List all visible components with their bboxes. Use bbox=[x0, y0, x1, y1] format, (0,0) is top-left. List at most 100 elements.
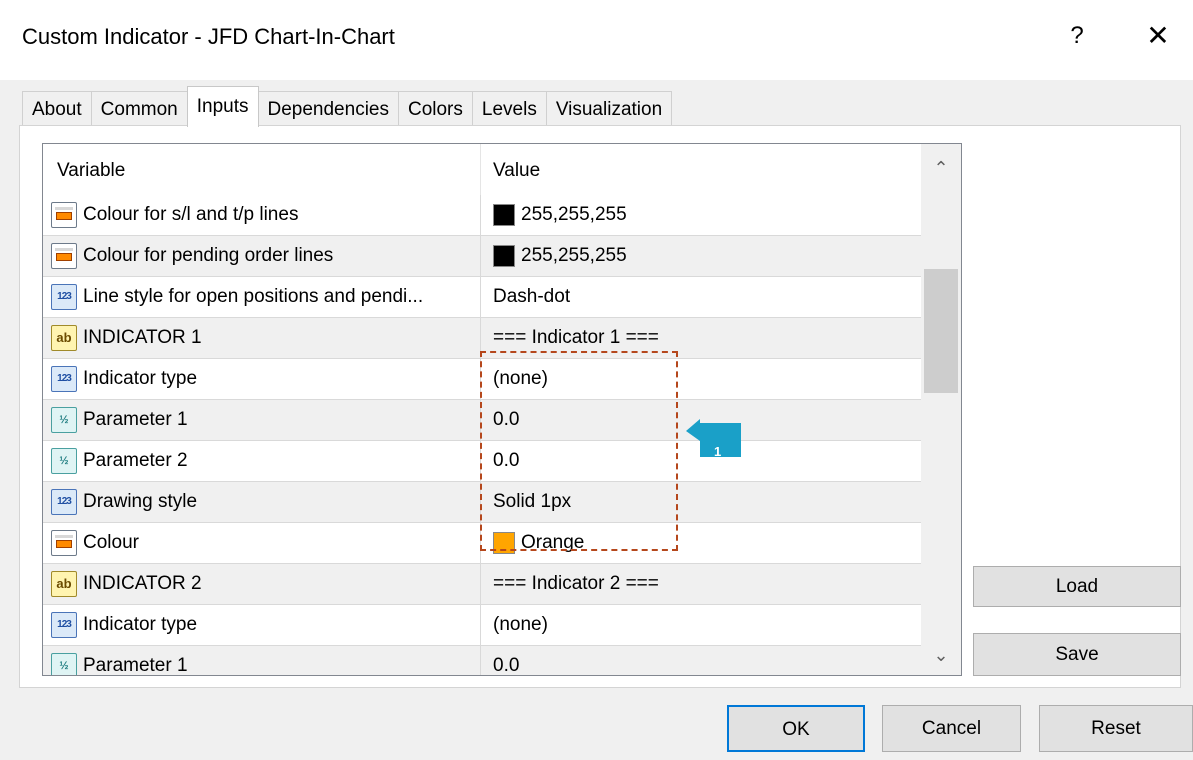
value-cell[interactable]: Solid 1px bbox=[481, 482, 921, 522]
variable-name: Parameter 1 bbox=[83, 409, 188, 430]
string-icon: ab bbox=[51, 325, 77, 351]
tab-levels[interactable]: Levels bbox=[471, 91, 547, 127]
grid-row[interactable]: 123 Indicator type (none) bbox=[43, 359, 921, 400]
load-button[interactable]: Load bbox=[973, 566, 1181, 607]
value-cell[interactable]: === Indicator 1 === bbox=[481, 318, 921, 358]
color-icon bbox=[51, 243, 77, 269]
value-cell[interactable]: === Indicator 2 === bbox=[481, 564, 921, 604]
title-bar: Custom Indicator - JFD Chart-In-Chart ? … bbox=[0, 0, 1193, 80]
window-title: Custom Indicator - JFD Chart-In-Chart bbox=[22, 24, 395, 49]
variable-cell[interactable]: 123 Indicator type bbox=[43, 605, 481, 645]
tab-dependencies[interactable]: Dependencies bbox=[257, 91, 399, 127]
color-swatch bbox=[493, 245, 515, 267]
variable-name: Line style for open positions and pendi.… bbox=[83, 286, 424, 307]
variable-name: Parameter 1 bbox=[83, 655, 188, 676]
grid-header: Variable Value bbox=[43, 144, 921, 195]
value-text: === Indicator 1 === bbox=[493, 327, 659, 348]
grid-row[interactable]: ab INDICATOR 2 === Indicator 2 === bbox=[43, 564, 921, 605]
variable-name: Colour bbox=[83, 532, 139, 553]
value-cell[interactable]: 255,255,255 bbox=[481, 236, 921, 276]
grid-row[interactable]: 123 Drawing style Solid 1px bbox=[43, 482, 921, 523]
grid-row[interactable]: ab INDICATOR 1 === Indicator 1 === bbox=[43, 318, 921, 359]
variable-name: Indicator type bbox=[83, 614, 198, 635]
variable-name: Parameter 2 bbox=[83, 450, 188, 471]
variable-cell[interactable]: Colour for s/l and t/p lines bbox=[43, 195, 481, 235]
tab-visualization[interactable]: Visualization bbox=[545, 91, 673, 127]
integer-icon: 123 bbox=[51, 489, 77, 515]
value-cell[interactable]: 255,255,255 bbox=[481, 195, 921, 235]
vertical-scrollbar[interactable]: ⌃ ⌄ bbox=[921, 144, 961, 675]
value-text: 255,255,255 bbox=[521, 204, 627, 225]
scroll-down-arrow-icon[interactable]: ⌄ bbox=[921, 635, 961, 675]
variable-name: Colour for s/l and t/p lines bbox=[83, 204, 299, 225]
variable-cell[interactable]: 123 Drawing style bbox=[43, 482, 481, 522]
value-text: 0.0 bbox=[493, 655, 520, 676]
column-header-variable[interactable]: Variable bbox=[43, 144, 481, 195]
grid-row[interactable]: ½ Parameter 1 0.0 bbox=[43, 400, 921, 441]
scroll-up-arrow-icon[interactable]: ⌃ bbox=[921, 148, 961, 188]
integer-icon: 123 bbox=[51, 366, 77, 392]
variable-cell[interactable]: ½ Parameter 1 bbox=[43, 400, 481, 440]
variable-cell[interactable]: Colour for pending order lines bbox=[43, 236, 481, 276]
value-text: === Indicator 2 === bbox=[493, 573, 659, 594]
value-text: 0.0 bbox=[493, 409, 520, 430]
variable-name: INDICATOR 2 bbox=[83, 573, 202, 594]
integer-icon: 123 bbox=[51, 612, 77, 638]
double-icon: ½ bbox=[51, 407, 77, 433]
help-button[interactable]: ? bbox=[1062, 18, 1092, 54]
value-text: 0.0 bbox=[493, 450, 520, 471]
string-icon: ab bbox=[51, 571, 77, 597]
variable-cell[interactable]: ab INDICATOR 1 bbox=[43, 318, 481, 358]
value-text: Solid 1px bbox=[493, 491, 572, 512]
value-cell[interactable]: Dash-dot bbox=[481, 277, 921, 317]
close-button[interactable]: ✕ bbox=[1138, 16, 1178, 56]
tab-about[interactable]: About bbox=[22, 91, 92, 127]
grid-row[interactable]: Colour for pending order lines 255,255,25… bbox=[43, 236, 921, 277]
integer-icon: 123 bbox=[51, 284, 77, 310]
grid-row[interactable]: ½ Parameter 2 0.0 bbox=[43, 441, 921, 482]
value-text: (none) bbox=[493, 614, 548, 635]
tab-inputs[interactable]: Inputs bbox=[186, 86, 259, 127]
ok-button[interactable]: OK bbox=[727, 705, 865, 752]
scroll-thumb[interactable] bbox=[924, 269, 958, 393]
cancel-button[interactable]: Cancel bbox=[882, 705, 1021, 752]
grid-row[interactable]: Colour Orange bbox=[43, 523, 921, 564]
variable-cell[interactable]: 123 Indicator type bbox=[43, 359, 481, 399]
color-icon bbox=[51, 530, 77, 556]
value-text: Dash-dot bbox=[493, 286, 571, 307]
value-text: (none) bbox=[493, 368, 548, 389]
color-swatch bbox=[493, 532, 515, 554]
save-button[interactable]: Save bbox=[973, 633, 1181, 676]
tab-strip: About Common Inputs Dependencies Colors … bbox=[22, 86, 673, 127]
value-text: 255,255,255 bbox=[521, 245, 627, 266]
variable-name: Indicator type bbox=[83, 368, 198, 389]
inputs-grid: Variable Value Colour for s/l and t/p li… bbox=[42, 143, 962, 676]
value-cell[interactable]: (none) bbox=[481, 605, 921, 645]
annotation-marker-number: 1 bbox=[714, 444, 722, 459]
variable-cell[interactable]: ab INDICATOR 2 bbox=[43, 564, 481, 604]
grid-row[interactable]: 123 Line style for open positions and pen… bbox=[43, 277, 921, 318]
grid-row[interactable]: ½ Parameter 1 0.0 bbox=[43, 646, 921, 676]
value-cell[interactable]: (none) bbox=[481, 359, 921, 399]
variable-cell[interactable]: ½ Parameter 2 bbox=[43, 441, 481, 481]
grid-row[interactable]: Colour for s/l and t/p lines 255,255,255 bbox=[43, 195, 921, 236]
value-text: Orange bbox=[521, 532, 585, 553]
color-icon bbox=[51, 202, 77, 228]
tab-colors[interactable]: Colors bbox=[397, 91, 473, 127]
column-header-value[interactable]: Value bbox=[481, 144, 921, 195]
grid-rows: Colour for s/l and t/p lines 255,255,255 C… bbox=[43, 195, 921, 676]
value-cell[interactable]: Orange bbox=[481, 523, 921, 563]
value-cell[interactable]: 0.0 bbox=[481, 646, 921, 676]
double-icon: ½ bbox=[51, 653, 77, 675]
double-icon: ½ bbox=[51, 448, 77, 474]
variable-name: INDICATOR 1 bbox=[83, 327, 202, 348]
variable-name: Drawing style bbox=[83, 491, 198, 512]
tab-common[interactable]: Common bbox=[90, 91, 188, 127]
variable-cell[interactable]: ½ Parameter 1 bbox=[43, 646, 481, 676]
grid-row[interactable]: 123 Indicator type (none) bbox=[43, 605, 921, 646]
reset-button[interactable]: Reset bbox=[1039, 705, 1193, 752]
variable-cell[interactable]: Colour bbox=[43, 523, 481, 563]
variable-name: Colour for pending order lines bbox=[83, 245, 334, 266]
variable-cell[interactable]: 123 Line style for open positions and pen… bbox=[43, 277, 481, 317]
color-swatch bbox=[493, 204, 515, 226]
